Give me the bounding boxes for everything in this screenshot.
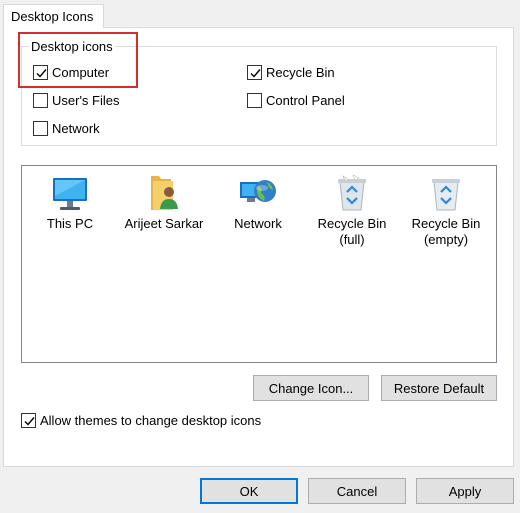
checkbox-box[interactable] [247, 65, 262, 80]
icon-label: Recycle Bin (empty) [411, 216, 481, 247]
monitor-icon [53, 178, 87, 210]
groupbox-title: Desktop icons [29, 39, 115, 54]
check-icon [36, 69, 47, 78]
checkbox-label: Allow themes to change desktop icons [40, 413, 262, 428]
checkbox-label: Network [52, 121, 100, 136]
recycle-bin-empty-icon [432, 179, 460, 211]
ok-button[interactable]: OK [200, 478, 298, 504]
icon-label: Network [234, 216, 282, 231]
checkbox-box[interactable] [33, 65, 48, 80]
list-item-recycle-bin-empty[interactable]: Recycle Bin (empty) [399, 172, 493, 248]
icon-label: Arijeet Sarkar [124, 216, 204, 231]
list-item-user-folder[interactable]: Arijeet Sarkar [117, 172, 211, 232]
icon-listview[interactable]: This PC Arijeet Sarkar Network Recycle B… [21, 165, 497, 363]
change-icon-button[interactable]: Change Icon... [253, 375, 369, 401]
list-item-network[interactable]: Network [211, 172, 305, 232]
checkbox-label: User's Files [52, 93, 120, 108]
check-icon [250, 69, 261, 78]
checkbox-box[interactable] [33, 93, 48, 108]
checkbox-allow-themes[interactable]: Allow themes to change desktop icons [21, 413, 261, 428]
tab-label: Desktop Icons [11, 9, 94, 24]
checkbox-label: Computer [52, 65, 110, 80]
checkbox-control-panel[interactable]: Control Panel [247, 93, 345, 108]
recycle-bin-full-icon [338, 174, 366, 211]
restore-default-button[interactable]: Restore Default [381, 375, 497, 401]
check-icon [24, 417, 35, 426]
checkbox-box[interactable] [33, 121, 48, 136]
list-item-this-pc[interactable]: This PC [23, 172, 117, 232]
checkbox-network[interactable]: Network [33, 121, 100, 136]
checkbox-box[interactable] [21, 413, 36, 428]
checkbox-recycle-bin[interactable]: Recycle Bin [247, 65, 335, 80]
checkbox-users-files[interactable]: User's Files [33, 93, 120, 108]
list-item-recycle-bin-full[interactable]: Recycle Bin (full) [305, 172, 399, 248]
checkbox-label: Control Panel [266, 93, 345, 108]
icon-label: Recycle Bin (full) [317, 216, 387, 247]
cancel-button[interactable]: Cancel [308, 478, 406, 504]
checkbox-label: Recycle Bin [266, 65, 335, 80]
checkbox-computer[interactable]: Computer [33, 65, 109, 80]
icon-label: This PC [46, 216, 94, 231]
tab-desktop-icons[interactable]: Desktop Icons [3, 4, 104, 28]
apply-button[interactable]: Apply [416, 478, 514, 504]
user-folder-icon [151, 176, 178, 210]
network-globe-icon [240, 180, 276, 202]
checkbox-box[interactable] [247, 93, 262, 108]
